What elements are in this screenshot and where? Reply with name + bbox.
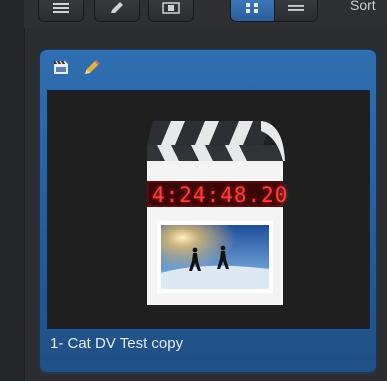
media-clip-tile[interactable]: 4:24:48.20 1- Cat DV Test copy (39, 49, 377, 373)
list-tool-icon (53, 3, 69, 13)
clip-caption: 1- Cat DV Test copy (50, 335, 184, 352)
pencil-tool-button[interactable] (94, 0, 140, 22)
list-view-button[interactable] (273, 0, 317, 21)
grid-view-icon (246, 3, 259, 13)
pencil-icon[interactable] (82, 58, 102, 81)
film-tool-icon (162, 2, 180, 14)
media-browser-panel: Sort 4:24:48.20 1- Cat DV Test copy (0, 0, 387, 381)
film-tool-button[interactable] (148, 0, 194, 22)
left-sidebar-edge (0, 0, 25, 381)
sort-label[interactable]: Sort (350, 0, 376, 13)
clapperboard-icon (147, 121, 285, 305)
timecode-display: 4:24:48.20 (152, 183, 289, 207)
view-mode-segmented-control (230, 0, 318, 22)
toolbar: Sort (24, 0, 387, 28)
list-view-icon (287, 5, 304, 11)
grid-view-button[interactable] (231, 0, 274, 21)
clip-thumbnail[interactable]: 4:24:48.20 (47, 90, 370, 329)
list-tool-button[interactable] (38, 0, 84, 22)
clip-icon (52, 58, 70, 81)
tile-header (40, 50, 376, 90)
pencil-tool-icon (111, 2, 123, 13)
